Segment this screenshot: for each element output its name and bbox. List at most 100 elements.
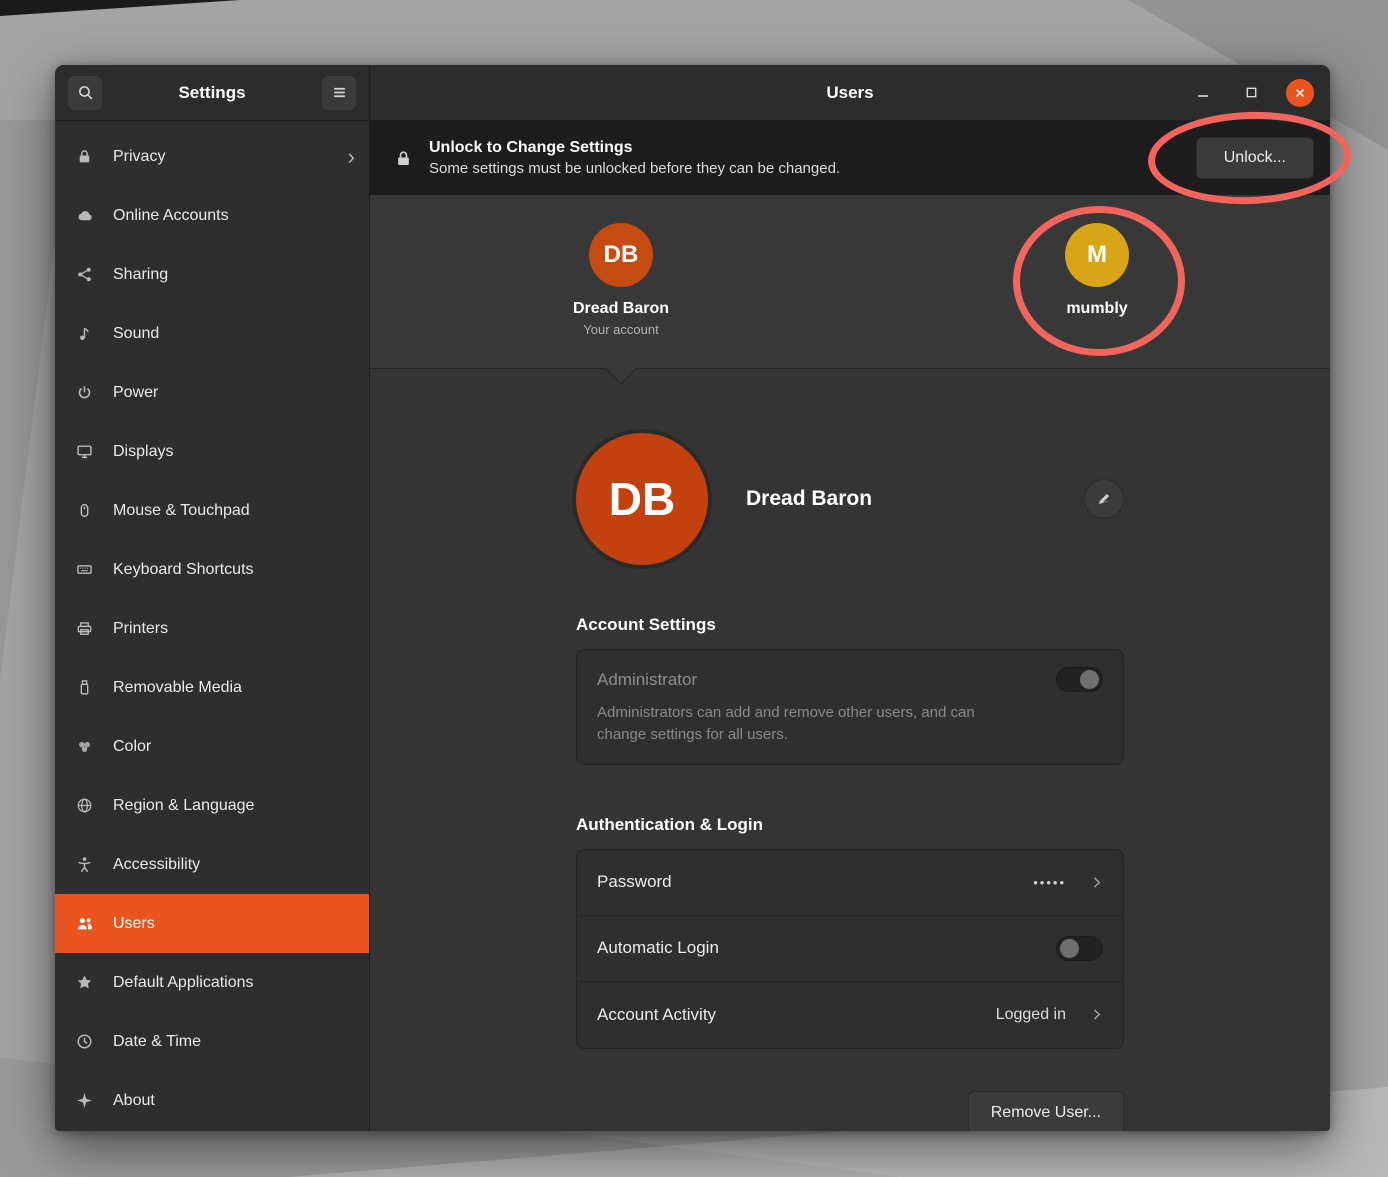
administrator-label: Administrator <box>597 670 697 690</box>
sidebar-item-label: Sound <box>113 325 159 343</box>
sidebar-item-label: Online Accounts <box>113 207 229 225</box>
automatic-login-row: Automatic Login <box>577 916 1123 982</box>
sidebar-item-printers[interactable]: Printers <box>55 599 369 658</box>
automatic-login-label: Automatic Login <box>597 938 719 958</box>
sidebar-item-label: Users <box>113 915 155 933</box>
sidebar-item-users[interactable]: Users <box>55 894 369 953</box>
sidebar-item-color[interactable]: Color <box>55 717 369 776</box>
administrator-description: Administrators can add and remove other … <box>597 702 1027 746</box>
chevron-right-icon: › <box>348 146 355 168</box>
sidebar-item-label: Sharing <box>113 266 168 284</box>
keyboard-icon <box>75 561 94 578</box>
sidebar-item-label: Default Applications <box>113 974 254 992</box>
toggle-knob <box>1080 670 1099 689</box>
remove-user-button[interactable]: Remove User... <box>968 1091 1124 1132</box>
administrator-toggle[interactable] <box>1056 667 1103 692</box>
sidebar-list: Privacy › Online Accounts Sharing <box>55 121 369 1131</box>
user-name: Dread Baron <box>573 300 669 318</box>
content-headerbar: Users <box>370 65 1330 121</box>
primary-menu-button[interactable] <box>321 75 357 111</box>
user-subtitle: Your account <box>583 322 658 337</box>
pencil-icon <box>1096 491 1112 507</box>
profile-name: Dread Baron <box>746 487 872 511</box>
banner-subtitle: Some settings must be unlocked before th… <box>429 160 840 177</box>
automatic-login-toggle[interactable] <box>1056 936 1103 961</box>
sidebar-item-sound[interactable]: Sound <box>55 304 369 363</box>
color-profile-icon <box>75 738 94 755</box>
sidebar-item-label: Accessibility <box>113 856 200 874</box>
chevron-right-icon <box>1090 876 1103 889</box>
user-chip-dread-baron[interactable]: DB Dread Baron Your account <box>536 223 706 337</box>
background-shape <box>0 0 240 16</box>
sidebar-title: Settings <box>111 83 313 103</box>
usb-drive-icon <box>75 679 94 696</box>
window-controls <box>1190 65 1314 120</box>
close-button[interactable] <box>1286 79 1314 107</box>
power-icon <box>75 384 94 401</box>
unlock-button[interactable]: Unlock... <box>1196 137 1314 179</box>
password-label: Password <box>597 872 672 892</box>
maximize-button[interactable] <box>1238 80 1264 106</box>
password-row[interactable]: Password ••••• <box>577 850 1123 916</box>
profile-row: DB Dread Baron <box>576 433 1124 565</box>
hamburger-menu-icon <box>331 84 348 101</box>
star-icon <box>75 974 94 991</box>
sidebar-item-label: Displays <box>113 443 173 461</box>
minimize-icon <box>1195 85 1211 101</box>
password-dots: ••••• <box>1033 875 1066 890</box>
unlock-banner: Unlock to Change Settings Some settings … <box>370 121 1330 195</box>
sidebar-item-label: Privacy <box>113 148 165 166</box>
sidebar-item-label: Printers <box>113 620 168 638</box>
sidebar-item-region-language[interactable]: Region & Language <box>55 776 369 835</box>
minimize-button[interactable] <box>1190 80 1216 106</box>
authentication-card: Password ••••• Automatic Login <box>576 849 1124 1049</box>
sidebar-item-label: About <box>113 1092 155 1110</box>
banner-title: Unlock to Change Settings <box>429 139 840 157</box>
banner-text: Unlock to Change Settings Some settings … <box>429 139 840 177</box>
sidebar-item-sharing[interactable]: Sharing <box>55 245 369 304</box>
sidebar-item-accessibility[interactable]: Accessibility <box>55 835 369 894</box>
sidebar-item-mouse-touchpad[interactable]: Mouse & Touchpad <box>55 481 369 540</box>
edit-avatar-button[interactable] <box>1084 479 1124 519</box>
cloud-icon <box>75 207 94 224</box>
sidebar-item-label: Mouse & Touchpad <box>113 502 250 520</box>
sidebar-item-label: Color <box>113 738 151 756</box>
sidebar-item-online-accounts[interactable]: Online Accounts <box>55 186 369 245</box>
search-button[interactable] <box>67 75 103 111</box>
search-icon <box>77 84 94 101</box>
sidebar-item-keyboard-shortcuts[interactable]: Keyboard Shortcuts <box>55 540 369 599</box>
avatar: M <box>1065 223 1129 287</box>
user-chip-mumbly[interactable]: M mumbly <box>1012 223 1182 318</box>
settings-window: Settings Privacy › <box>55 65 1330 1131</box>
sidebar: Settings Privacy › <box>55 65 370 1131</box>
sidebar-item-removable-media[interactable]: Removable Media <box>55 658 369 717</box>
sidebar-item-label: Keyboard Shortcuts <box>113 561 254 579</box>
sidebar-item-label: Region & Language <box>113 797 254 815</box>
authentication-login-heading: Authentication & Login <box>576 815 1124 835</box>
avatar: DB <box>589 223 653 287</box>
avatar: DB <box>576 433 708 565</box>
account-settings-heading: Account Settings <box>576 615 1124 635</box>
sidebar-item-label: Removable Media <box>113 679 242 697</box>
sparkle-icon <box>75 1092 94 1109</box>
sidebar-item-default-applications[interactable]: Default Applications <box>55 953 369 1012</box>
sidebar-item-about[interactable]: About <box>55 1071 369 1130</box>
sidebar-item-power[interactable]: Power <box>55 363 369 422</box>
globe-icon <box>75 797 94 814</box>
close-icon <box>1293 86 1307 100</box>
toggle-knob <box>1060 939 1079 958</box>
sidebar-item-displays[interactable]: Displays <box>55 422 369 481</box>
lock-icon <box>394 149 413 168</box>
sidebar-item-label: Power <box>113 384 158 402</box>
main-panel: Users <box>370 65 1330 1131</box>
mouse-icon <box>75 502 94 519</box>
maximize-icon <box>1244 85 1259 100</box>
lock-icon <box>75 148 94 165</box>
account-activity-value: Logged in <box>996 1006 1066 1024</box>
sidebar-item-date-time[interactable]: Date & Time <box>55 1012 369 1071</box>
sidebar-item-privacy[interactable]: Privacy › <box>55 127 369 186</box>
page-title: Users <box>826 83 873 103</box>
chevron-right-icon <box>1090 1008 1103 1021</box>
account-activity-row[interactable]: Account Activity Logged in <box>577 982 1123 1048</box>
administrator-card: Administrator Administrators can add and… <box>576 649 1124 765</box>
